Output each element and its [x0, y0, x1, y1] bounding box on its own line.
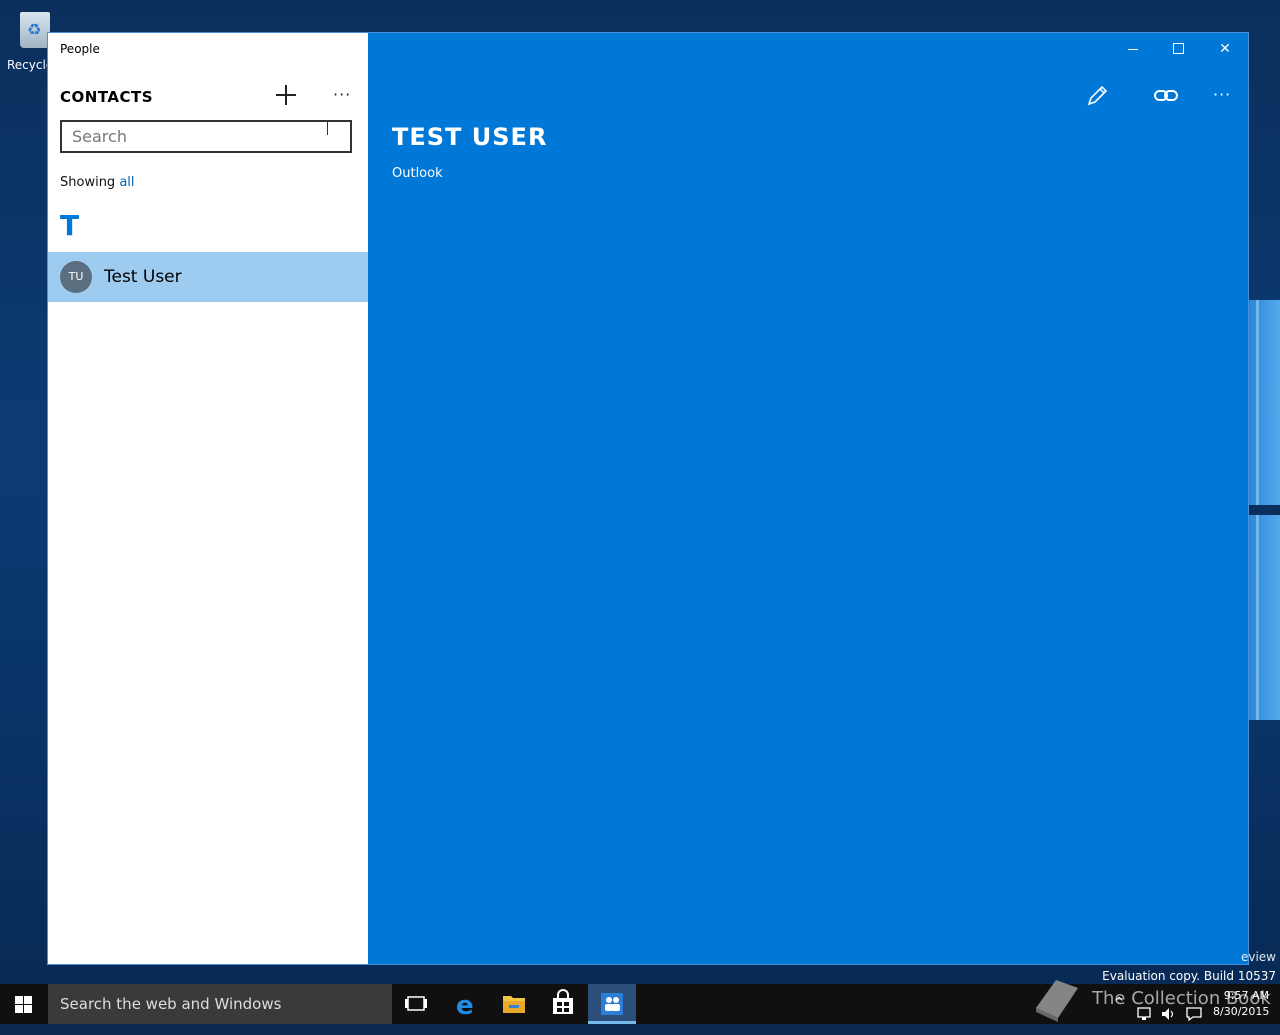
task-view-icon: [405, 996, 427, 1011]
file-explorer-button[interactable]: [490, 984, 538, 1024]
clock-date: 8/30/2015: [1213, 1005, 1270, 1018]
action-center-icon[interactable]: [1185, 994, 1203, 1034]
close-button[interactable]: ✕: [1202, 39, 1248, 59]
showing-prefix: Showing: [60, 175, 116, 190]
watermark-preview: eview: [1240, 950, 1276, 964]
book-icon: [1036, 980, 1078, 1022]
showing-filter-link[interactable]: all: [119, 175, 134, 190]
contact-name: Test User: [104, 267, 182, 287]
taskbar-search-box[interactable]: Search the web and Windows: [48, 984, 392, 1024]
recycle-bin-icon: [20, 12, 50, 48]
contacts-heading: CONTACTS: [60, 88, 154, 106]
edge-button[interactable]: e: [442, 984, 490, 1024]
group-letter-header[interactable]: T: [60, 209, 79, 242]
show-hidden-icons-button[interactable]: ^: [1114, 995, 1124, 1035]
link-icon: [1154, 90, 1178, 101]
minimize-button[interactable]: [1110, 39, 1156, 59]
volume-icon[interactable]: [1160, 994, 1178, 1034]
link-contact-button[interactable]: [1152, 85, 1180, 107]
pencil-icon: [1087, 85, 1108, 106]
contacts-sidebar: People CONTACTS ··· Showing all T TU Tes…: [48, 33, 368, 964]
showing-filter: Showing all: [60, 175, 135, 190]
people-window: People CONTACTS ··· Showing all T TU Tes…: [48, 33, 1248, 964]
contact-title: TEST USER: [392, 123, 548, 151]
contact-source: Outlook: [392, 166, 443, 181]
edge-icon: e: [456, 991, 474, 1021]
contact-list-item[interactable]: TU Test User: [48, 252, 368, 302]
app-title: People: [60, 42, 100, 56]
taskbar-clock[interactable]: 9:57 AM 8/30/2015: [1213, 988, 1269, 1020]
watermark-build: Evaluation copy. Build 10537: [1102, 969, 1276, 983]
text-cursor-icon: [327, 120, 331, 135]
maximize-button[interactable]: [1156, 39, 1202, 59]
start-button[interactable]: [0, 984, 48, 1024]
desktop: Recycle People CONTACTS ··· Showing all …: [0, 0, 1280, 984]
avatar: TU: [60, 261, 92, 293]
windows-logo-wallpaper: [1248, 300, 1280, 720]
folder-icon: [503, 996, 525, 1013]
detail-more-button[interactable]: ···: [1213, 85, 1231, 104]
taskbar: Search the web and Windows e The Collect…: [0, 980, 1280, 1024]
clock-time: 9:57 AM: [1223, 989, 1269, 1002]
store-button[interactable]: [539, 984, 587, 1024]
recycle-bin-label: Recycle: [7, 58, 54, 72]
sidebar-more-button[interactable]: ···: [333, 85, 351, 104]
add-contact-button[interactable]: [274, 83, 298, 107]
close-icon: ✕: [1219, 41, 1231, 57]
search-input[interactable]: [60, 120, 352, 153]
svg-text:e: e: [456, 991, 474, 1021]
network-icon[interactable]: [1136, 994, 1154, 1034]
people-taskbar-button[interactable]: [588, 984, 636, 1024]
task-view-button[interactable]: [392, 984, 440, 1024]
edit-contact-button[interactable]: [1084, 83, 1110, 109]
contact-detail-pane: ✕ ··· TEST USER Outlook: [368, 33, 1248, 964]
store-icon: [553, 989, 573, 1014]
people-icon: [601, 993, 623, 1015]
